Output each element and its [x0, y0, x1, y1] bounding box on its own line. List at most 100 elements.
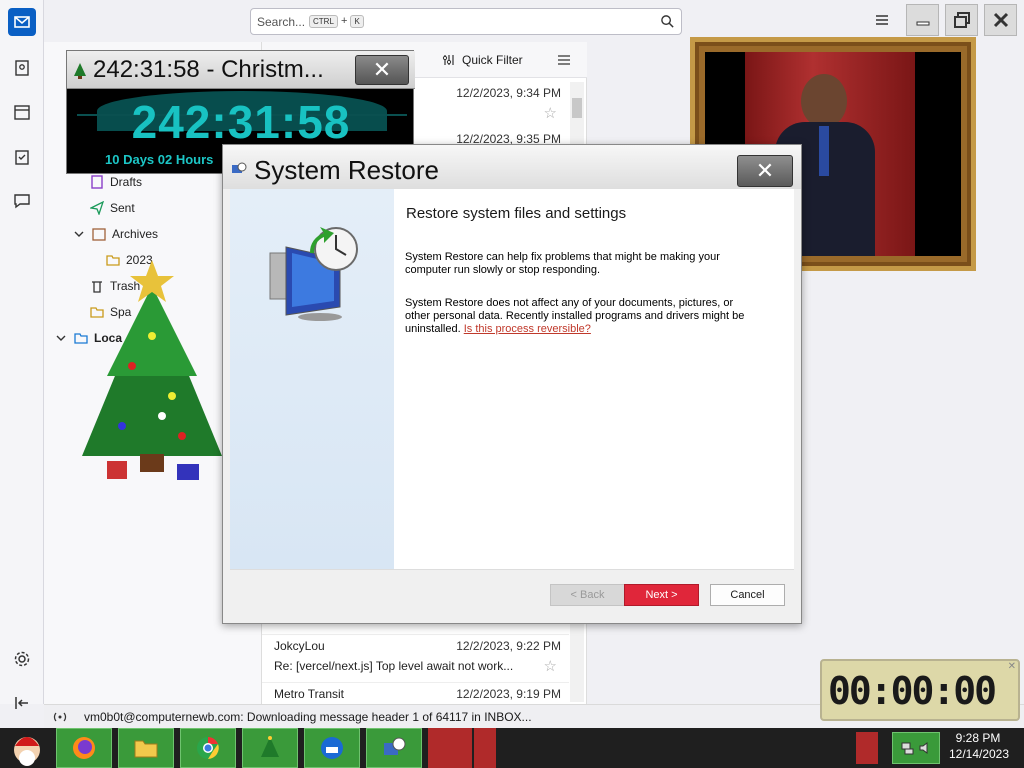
quick-filter-button[interactable]: Quick Filter: [442, 53, 523, 67]
k-key: K: [350, 15, 364, 28]
folder-icon: [134, 740, 158, 758]
chevron-down-icon: [74, 231, 84, 237]
message-from: JokcyLou: [274, 639, 325, 653]
close-icon: ✕: [372, 57, 392, 82]
taskbar-file-explorer[interactable]: [118, 728, 174, 768]
folder-drafts[interactable]: Drafts: [90, 175, 142, 189]
stopwatch-close-icon[interactable]: ✕: [1008, 661, 1016, 672]
taskbar-item-red-1[interactable]: [428, 728, 472, 768]
close-window-button[interactable]: [984, 4, 1017, 36]
restore-icon: [953, 12, 970, 28]
taskbar-system-restore[interactable]: [366, 728, 422, 768]
clock-date[interactable]: 12/14/2023: [944, 747, 1014, 761]
system-restore-icon: [232, 162, 247, 173]
taskbar-christmas-tree[interactable]: [242, 728, 298, 768]
dialog-titlebar[interactable]: System Restore ✕: [223, 145, 801, 189]
address-book-button[interactable]: [8, 54, 36, 82]
scrollbar-thumb[interactable]: [572, 98, 582, 118]
archive-icon: [92, 228, 106, 241]
filter-icon: [442, 55, 454, 65]
status-text: vm0b0t@computernewb.com: Downloading mes…: [84, 710, 532, 724]
taskbar-chrome[interactable]: [180, 728, 236, 768]
hamburger-menu-icon[interactable]: [875, 13, 889, 27]
minimize-button[interactable]: [906, 4, 939, 36]
cancel-button[interactable]: Cancel: [710, 584, 785, 606]
folder-label: Archives: [112, 227, 159, 241]
taskbar-item-red-2[interactable]: [474, 728, 496, 768]
dialog-paragraph-2: System Restore does not affect any of yo…: [405, 297, 755, 336]
drafts-icon: [91, 175, 103, 189]
calendar-button[interactable]: [8, 98, 36, 126]
tasks-icon: [15, 150, 29, 165]
tray-item-red[interactable]: [856, 732, 878, 764]
stopwatch-widget[interactable]: 00:00:00 ✕: [820, 659, 1020, 721]
message-subject: Re: [vercel/next.js] Top level await not…: [274, 659, 514, 673]
reversible-help-link[interactable]: Is this process reversible?: [464, 323, 591, 335]
gear-icon: [14, 651, 30, 667]
chat-icon: [14, 194, 30, 209]
close-icon: ✕: [755, 158, 775, 183]
star-icon[interactable]: ☆: [544, 657, 557, 675]
list-options-icon[interactable]: [557, 53, 571, 67]
portrait-head: [801, 74, 847, 128]
message-row[interactable]: Metro Transit 12/2/2023, 9:19 PM: [262, 682, 569, 704]
search-placeholder: Search...: [257, 15, 306, 29]
clock-time[interactable]: 9:28 PM: [948, 731, 1008, 745]
sent-icon: [90, 201, 104, 215]
taskbar-thunderbird[interactable]: [304, 728, 360, 768]
system-restore-dialog: System Restore ✕ Restore system files an…: [222, 144, 802, 624]
firefox-icon: [73, 737, 95, 759]
quick-filter-label: Quick Filter: [462, 53, 523, 67]
search-shortcut: CTRL + K: [309, 15, 364, 28]
restore-computer-clock-icon: [269, 227, 358, 321]
back-button[interactable]: < Back: [550, 584, 625, 606]
dialog-title: System Restore: [254, 155, 439, 185]
tree-icon: [261, 736, 279, 757]
star-icon[interactable]: ☆: [544, 104, 557, 122]
taskbar: 9:28 PM 12/14/2023: [0, 728, 1024, 768]
countdown-title: 242:31:58 - Christm...: [93, 56, 324, 83]
tree-icon: [74, 63, 86, 79]
dialog-heading: Restore system files and settings: [406, 205, 627, 222]
mail-space-button[interactable]: [8, 8, 36, 36]
message-from: Metro Transit: [274, 687, 345, 701]
restore-button[interactable]: [945, 4, 978, 36]
folder-label: Sent: [110, 201, 135, 215]
collapse-icon: [15, 697, 28, 709]
taskbar-firefox[interactable]: [56, 728, 112, 768]
dialog-sidebar: [230, 189, 394, 569]
next-button[interactable]: Next >: [624, 584, 699, 606]
collapse-spaces-button[interactable]: [8, 689, 36, 717]
dialog-close-button[interactable]: ✕: [737, 155, 793, 187]
chrome-icon: [197, 737, 219, 759]
message-date: 12/2/2023, 9:34 PM: [456, 86, 561, 100]
countdown-time: 242:31:58: [131, 96, 351, 148]
tasks-button[interactable]: [8, 143, 36, 171]
santa-start-icon: [14, 737, 40, 766]
message-date: 12/2/2023, 9:19 PM: [456, 687, 561, 701]
countdown-close-button[interactable]: ✕: [355, 55, 409, 85]
dialog-paragraph-1: System Restore can help fix problems tha…: [405, 251, 720, 276]
settings-button[interactable]: [8, 645, 36, 673]
start-button[interactable]: [2, 728, 52, 768]
close-icon: [993, 12, 1008, 28]
calendar-icon: [14, 105, 30, 120]
search-icon[interactable]: [660, 14, 675, 29]
system-tray[interactable]: [892, 732, 940, 764]
chat-button[interactable]: [8, 187, 36, 215]
network-icon: [901, 742, 914, 755]
message-row[interactable]: JokcyLou 12/2/2023, 9:22 PM Re: [vercel/…: [262, 634, 569, 682]
connection-icon: [53, 712, 67, 722]
countdown-titlebar[interactable]: 242:31:58 - Christm... ✕: [67, 51, 415, 89]
volume-icon: [919, 742, 928, 754]
ctrl-key: CTRL: [309, 15, 338, 28]
minimize-icon: [916, 21, 929, 26]
folder-archives[interactable]: Archives: [72, 227, 158, 241]
dialog-content: Restore system files and settings System…: [394, 189, 794, 569]
plus-sign: +: [340, 15, 348, 27]
folder-label: Drafts: [110, 175, 143, 189]
dialog-button-bar: < Back Next > Cancel: [230, 569, 794, 619]
search-input[interactable]: Search... CTRL + K: [250, 8, 682, 35]
stopwatch-time: 00:00:00: [828, 669, 997, 713]
folder-sent[interactable]: Sent: [90, 201, 135, 215]
